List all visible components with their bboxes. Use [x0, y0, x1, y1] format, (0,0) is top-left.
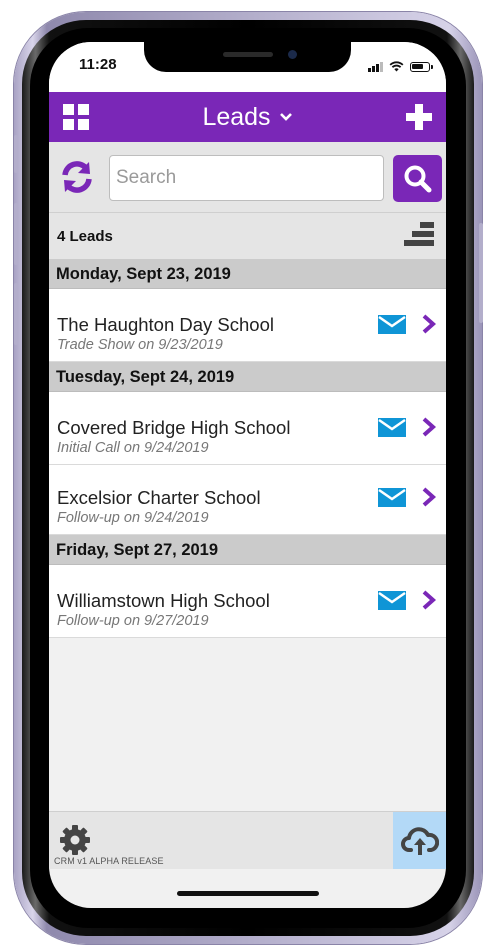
chevron-right-icon[interactable]: [421, 486, 437, 508]
lead-row[interactable]: Covered Bridge High School Initial Call …: [49, 392, 446, 465]
top-bar: Leads: [49, 92, 446, 142]
lead-count-bar: 4 Leads: [49, 213, 446, 260]
status-time: 11:28: [79, 56, 117, 73]
battery-icon: [410, 61, 433, 72]
search-bar: [49, 142, 446, 213]
lead-count: 4 Leads: [57, 228, 113, 245]
cellular-signal-icon: [368, 61, 383, 72]
lead-activity: Initial Call on 9/24/2019: [57, 440, 209, 456]
leads-list: Monday, Sept 23, 2019 The Haughton Day S…: [49, 259, 446, 638]
volume-down-button: [14, 283, 18, 345]
chevron-down-icon: [279, 113, 292, 121]
title-dropdown[interactable]: Leads: [202, 103, 292, 132]
page-title: Leads: [202, 102, 271, 131]
date-header: Monday, Sept 23, 2019: [49, 259, 446, 289]
sort-icon[interactable]: [404, 222, 434, 248]
volume-up-button: [14, 203, 18, 265]
mail-icon[interactable]: [378, 315, 406, 334]
cloud-upload-icon: [400, 826, 439, 855]
lead-name: The Haughton Day School: [57, 314, 274, 335]
lead-name: Excelsior Charter School: [57, 487, 261, 508]
wifi-icon: [389, 61, 404, 72]
search-icon: [404, 165, 431, 192]
chevron-right-icon[interactable]: [421, 589, 437, 611]
lead-name: Covered Bridge High School: [57, 417, 291, 438]
version-label: CRM v1 ALPHA RELEASE: [54, 856, 164, 866]
search-input[interactable]: [109, 155, 384, 201]
mail-icon[interactable]: [378, 591, 406, 610]
lead-activity: Trade Show on 9/23/2019: [57, 337, 223, 353]
lead-activity: Follow-up on 9/27/2019: [57, 613, 209, 629]
search-button[interactable]: [393, 155, 442, 202]
speaker: [223, 52, 273, 57]
lead-row[interactable]: Williamstown High School Follow-up on 9/…: [49, 565, 446, 638]
front-camera: [288, 50, 297, 59]
lead-row[interactable]: The Haughton Day School Trade Show on 9/…: [49, 289, 446, 362]
home-indicator[interactable]: [177, 891, 319, 896]
lead-name: Williamstown High School: [57, 590, 270, 611]
lead-activity: Follow-up on 9/24/2019: [57, 510, 209, 526]
plus-icon[interactable]: [406, 104, 432, 130]
screen: 11:28 Leads Search 4 Leads Monday, Sept …: [49, 42, 446, 908]
chevron-right-icon[interactable]: [421, 313, 437, 335]
notch: [144, 42, 351, 72]
mute-switch: [14, 135, 18, 173]
refresh-icon[interactable]: [59, 159, 95, 195]
date-header: Friday, Sept 27, 2019: [49, 535, 446, 565]
mail-icon[interactable]: [378, 488, 406, 507]
mail-icon[interactable]: [378, 418, 406, 437]
chevron-right-icon[interactable]: [421, 416, 437, 438]
date-header: Tuesday, Sept 24, 2019: [49, 362, 446, 392]
status-icons: [368, 61, 433, 72]
grid-icon[interactable]: [63, 104, 89, 130]
lead-row[interactable]: Excelsior Charter School Follow-up on 9/…: [49, 465, 446, 535]
footer: CRM v1 ALPHA RELEASE: [49, 811, 446, 869]
upload-button[interactable]: [393, 812, 446, 869]
gear-icon[interactable]: [59, 824, 91, 856]
power-button: [479, 223, 483, 323]
